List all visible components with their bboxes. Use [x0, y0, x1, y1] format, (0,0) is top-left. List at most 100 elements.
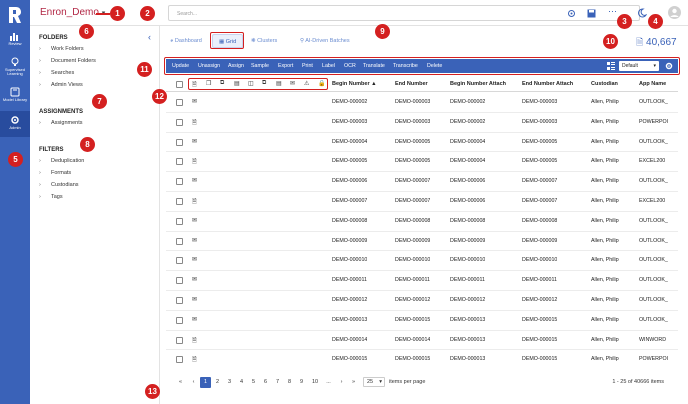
- document-icon: 🗎: [192, 159, 197, 166]
- row-checkbox[interactable]: [176, 277, 183, 285]
- col-begin-number[interactable]: Begin Number ▲: [332, 81, 377, 87]
- assignments-heading: ASSIGNMENTS: [39, 109, 84, 115]
- more-options-icon[interactable]: ⋯: [608, 6, 617, 17]
- collapse-sidebar-icon[interactable]: ‹: [148, 32, 151, 42]
- cell-begin-number: DEMO-000009: [332, 237, 368, 244]
- col-end-number[interactable]: End Number: [395, 81, 428, 87]
- sidebar-item-work-folders[interactable]: › Work Folders: [39, 46, 84, 52]
- sidebar-item-deduplication[interactable]: › Deduplication: [39, 158, 84, 164]
- row-checkbox[interactable]: [176, 356, 183, 364]
- sidebar-item-document-folders[interactable]: › Document Folders: [39, 58, 96, 64]
- rail-admin[interactable]: Admin: [0, 111, 30, 137]
- highlight-toolbar: [164, 57, 680, 75]
- row-checkbox[interactable]: [176, 178, 183, 186]
- tab-dashboard[interactable]: ◕ Dashboard: [170, 34, 202, 48]
- table-row[interactable]: ✉ DEMO-000008 DEMO-000008 DEMO-000008 DEMO-0…: [166, 212, 678, 232]
- page-button[interactable]: 3: [224, 377, 235, 388]
- sidebar-item-formats[interactable]: › Formats: [39, 170, 71, 176]
- page-button[interactable]: 2: [212, 377, 223, 388]
- sidebar-item-searches[interactable]: › Searches: [39, 70, 74, 76]
- table-row[interactable]: 🗎 DEMO-000014 DEMO-000014 DEMO-000013 DEMO-0…: [166, 331, 678, 351]
- page-button[interactable]: 4: [236, 377, 247, 388]
- cell-begin-number-attach: DEMO-000009: [450, 237, 486, 244]
- avatar[interactable]: [668, 6, 681, 19]
- cell-custodian: Allen, Philip: [591, 99, 619, 105]
- page-button[interactable]: 8: [284, 377, 295, 388]
- document-grid: 🗎 ❐ ⧉ ▤ ◫ ⧉ ▤ ✉ ⚠ 🔒 Begin Number ▲ End N…: [166, 76, 678, 368]
- rail-review[interactable]: Review: [0, 30, 30, 52]
- select-all-checkbox[interactable]: [176, 81, 183, 88]
- row-checkbox[interactable]: [176, 297, 183, 304]
- table-row[interactable]: ✉ DEMO-000010 DEMO-000010 DEMO-000010 DEMO-0…: [166, 251, 678, 272]
- row-checkbox[interactable]: [176, 198, 183, 205]
- row-checkbox[interactable]: [176, 336, 183, 344]
- row-checkbox[interactable]: [176, 217, 183, 225]
- cell-begin-number: DEMO-000011: [332, 277, 367, 284]
- page-button[interactable]: 5: [248, 377, 259, 388]
- sidebar-item-custodians[interactable]: › Custodians: [39, 182, 79, 188]
- page-button[interactable]: 10: [308, 377, 322, 388]
- page-button[interactable]: 7: [272, 377, 283, 388]
- table-row[interactable]: ✉ DEMO-000004 DEMO-000005 DEMO-000004 DEMO-0…: [166, 133, 678, 153]
- row-checkbox[interactable]: [176, 118, 183, 126]
- cell-custodian: Allen, Philip: [591, 178, 619, 185]
- cell-end-number-attach: DEMO-000007: [522, 178, 558, 185]
- more-pages-button[interactable]: ...: [323, 377, 334, 388]
- cell-begin-number: DEMO-000002: [332, 99, 368, 105]
- table-row[interactable]: 🗎 DEMO-000005 DEMO-000005 DEMO-000004 DEMO-0…: [166, 152, 678, 173]
- table-row[interactable]: ✉ DEMO-000002 DEMO-000003 DEMO-000002 DEMO-0…: [166, 93, 678, 113]
- row-checkbox[interactable]: [176, 237, 183, 245]
- table-row[interactable]: ✉ DEMO-000013 DEMO-000015 DEMO-000013 DEMO-0…: [166, 311, 678, 331]
- cell-end-number-attach: DEMO-000015: [522, 316, 558, 323]
- table-row[interactable]: 🗎 DEMO-000003 DEMO-000003 DEMO-000002 DEMO-0…: [166, 113, 678, 133]
- save-icon[interactable]: [587, 9, 596, 18]
- cell-begin-number: DEMO-000014: [332, 336, 368, 343]
- row-checkbox[interactable]: [176, 99, 183, 106]
- last-page-button[interactable]: »: [348, 377, 359, 388]
- col-custodian[interactable]: Custodian: [591, 81, 618, 87]
- document-icon: 🗎: [192, 357, 197, 364]
- page-button[interactable]: 6: [260, 377, 271, 388]
- highlight-grid-icons: [188, 78, 328, 90]
- next-page-button[interactable]: ›: [336, 377, 347, 388]
- col-end-number-attach[interactable]: End Number Attach: [522, 81, 573, 87]
- cell-end-number-attach: DEMO-000009: [522, 237, 558, 244]
- sidebar-item-tags[interactable]: › Tags: [39, 194, 63, 200]
- tab-clusters[interactable]: ❋ Clusters: [251, 34, 277, 48]
- col-app-name[interactable]: App Name: [639, 81, 666, 87]
- table-row[interactable]: 🗎 DEMO-000007 DEMO-000007 DEMO-000006 DEMO-0…: [166, 192, 678, 212]
- cell-begin-number-attach: DEMO-000004: [450, 138, 486, 145]
- col-begin-number-attach[interactable]: Begin Number Attach: [450, 81, 506, 87]
- table-row[interactable]: ✉ DEMO-000006 DEMO-000007 DEMO-000006 DEMO-0…: [166, 172, 678, 192]
- page-button[interactable]: 1: [200, 377, 211, 388]
- bar-chart-icon: [10, 33, 18, 41]
- sidebar-item-label: Formats: [51, 170, 72, 176]
- callout-2: 2: [140, 6, 155, 21]
- page-size-select[interactable]: 25 ▾: [363, 377, 385, 387]
- sidebar-item-label: Work Folders: [51, 46, 84, 52]
- table-row[interactable]: ✉ DEMO-000009 DEMO-000009 DEMO-000009 DEMO-0…: [166, 232, 678, 252]
- sidebar-item-admin-views[interactable]: › Admin Views: [39, 82, 83, 88]
- target-icon[interactable]: [567, 9, 576, 18]
- rail-model-library[interactable]: Model Library: [0, 85, 30, 109]
- sidebar-item-assignments[interactable]: › Assignments: [39, 120, 83, 126]
- row-checkbox[interactable]: [176, 138, 183, 146]
- table-row[interactable]: ✉ DEMO-000011 DEMO-000011 DEMO-000011 DEMO-0…: [166, 271, 678, 291]
- row-checkbox[interactable]: [176, 257, 183, 265]
- page-size-value: 25: [367, 379, 374, 385]
- cell-app-name: OUTLOOK_: [639, 138, 668, 145]
- tab-ai-driven-batches[interactable]: ⚲ AI-Driven Batches: [300, 34, 350, 48]
- moon-icon[interactable]: [637, 8, 647, 18]
- table-row[interactable]: ✉ DEMO-000012 DEMO-000012 DEMO-000012 DEMO-0…: [166, 291, 678, 311]
- prev-page-button[interactable]: ‹: [188, 377, 199, 388]
- row-checkbox[interactable]: [176, 158, 183, 166]
- cell-end-number-attach: DEMO-000005: [522, 158, 558, 165]
- document-icon: 🗎: [636, 37, 644, 47]
- pagination: « ‹ 1 2 3 4 5 6 7 8 9 10 ... › » 25 ▾ ite…: [166, 374, 678, 390]
- table-row[interactable]: 🗎 DEMO-000015 DEMO-000015 DEMO-000013 DEMO-0…: [166, 350, 678, 368]
- folders-heading: FOLDERS: [39, 35, 68, 41]
- row-checkbox[interactable]: [176, 316, 183, 324]
- first-page-button[interactable]: «: [175, 377, 186, 388]
- rail-supervised-learning[interactable]: Supervised Learning: [0, 55, 30, 81]
- page-button[interactable]: 9: [296, 377, 307, 388]
